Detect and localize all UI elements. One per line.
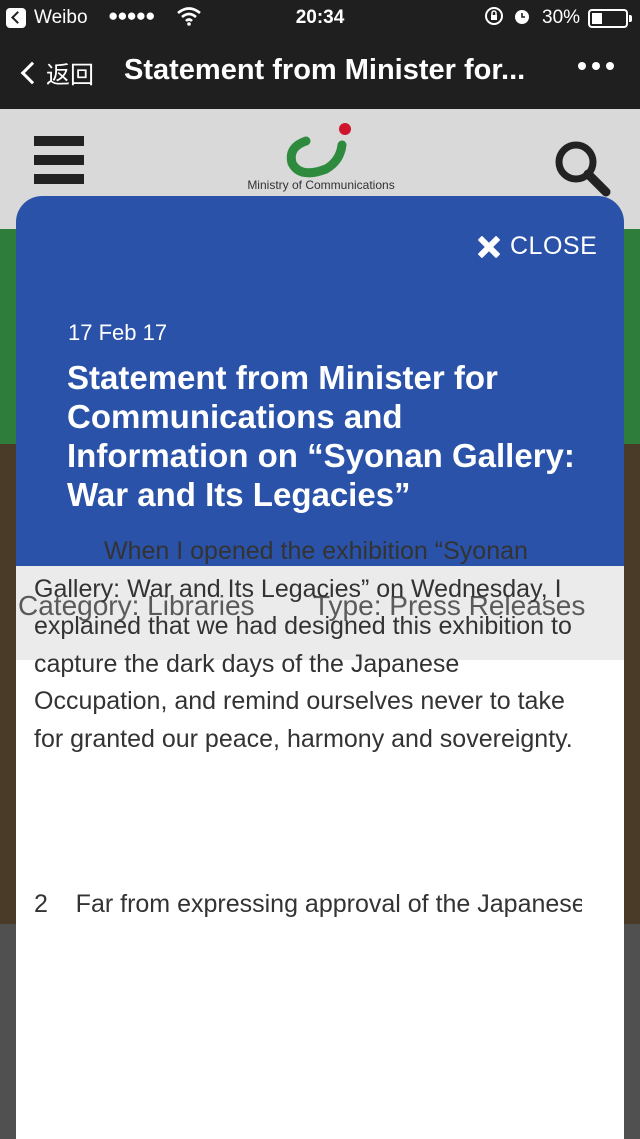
nav-title: Statement from Minister for... <box>124 54 526 86</box>
back-button[interactable]: 返回 <box>18 55 94 90</box>
hamburger-icon[interactable] <box>34 136 84 193</box>
ministry-logo <box>286 123 351 178</box>
release-title: Statement from Minister for Communicatio… <box>67 359 575 513</box>
close-button[interactable]: CLOSE <box>478 232 597 261</box>
paragraph-1: When I opened the exhibition “Syonan Gal… <box>34 537 573 753</box>
status-bar: Weibo ●●●●● 20:34 30% <box>0 0 640 36</box>
more-icon[interactable] <box>578 62 614 70</box>
release-date: 17 Feb 17 <box>68 320 168 345</box>
paragraph-2: 2 Far from expressing approval of the Ja… <box>34 890 582 918</box>
release-body: When I opened the exhibition “Syonan Gal… <box>34 533 582 758</box>
back-label: 返回 <box>46 62 94 89</box>
rotation-lock-icon <box>484 6 504 31</box>
nav-bar: 返回 Statement from Minister for... <box>0 36 640 109</box>
battery-percent: 30% <box>542 7 581 28</box>
logo-text: Ministry of Communications <box>247 178 395 192</box>
alarm-icon <box>512 6 532 31</box>
search-icon[interactable] <box>553 139 611 197</box>
battery-icon <box>588 9 632 28</box>
close-icon <box>478 236 500 258</box>
close-label: CLOSE <box>510 232 598 260</box>
modal-header: CLOSE 17 Feb 17 Statement from Minister … <box>16 196 624 566</box>
back-chevron-icon <box>20 61 44 84</box>
